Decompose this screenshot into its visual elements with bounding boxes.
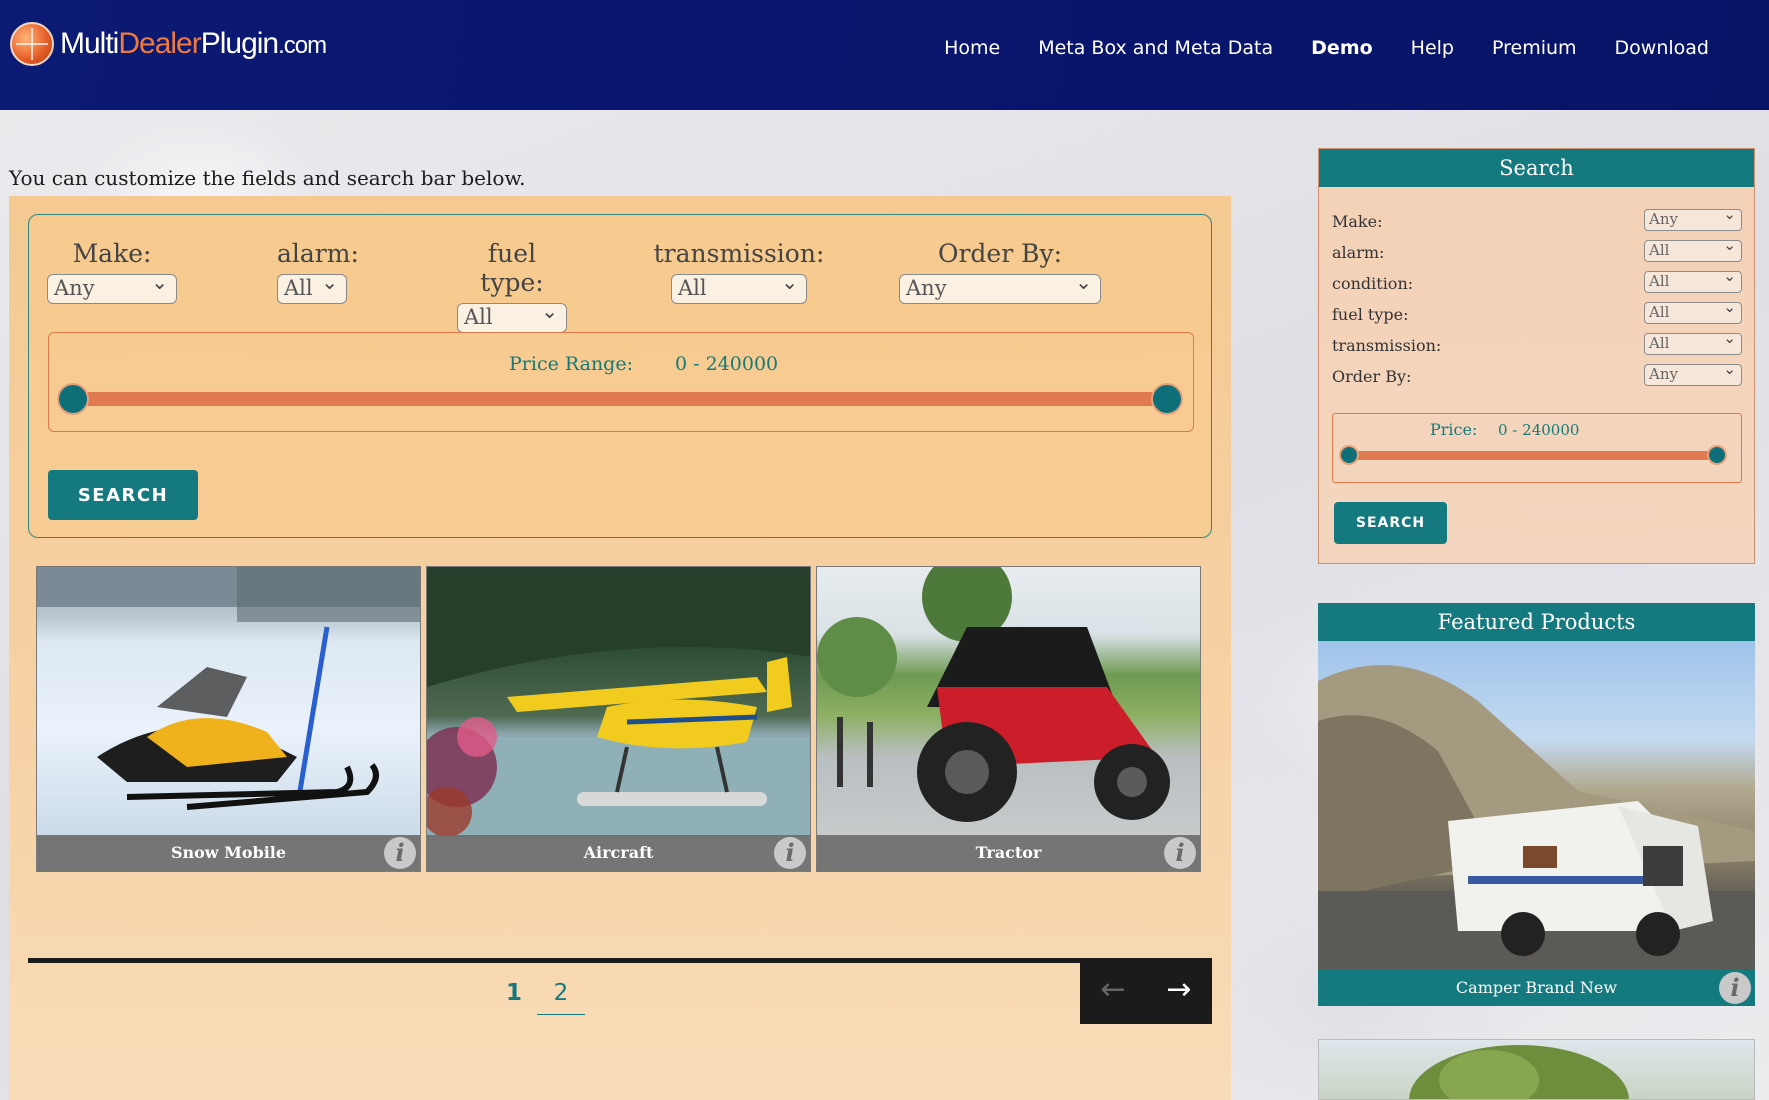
sidebar-field-label: condition: bbox=[1332, 274, 1414, 293]
filter-label: alarm: bbox=[277, 239, 359, 268]
sidebar-field-label: transmission: bbox=[1332, 336, 1442, 355]
transmission-select[interactable]: All bbox=[671, 269, 807, 304]
sidebar-field-label: Make: bbox=[1332, 212, 1383, 231]
site-logo[interactable]: MultiDealerPlugin.com bbox=[10, 22, 327, 66]
sidebar-search-button[interactable]: SEARCH bbox=[1334, 502, 1447, 544]
next-page-arrow-icon[interactable]: → bbox=[1146, 958, 1212, 1024]
pagination-bar bbox=[28, 958, 1212, 963]
price-range-label: Price Range: bbox=[509, 353, 633, 375]
sidebar-fuel-type-select[interactable]: All bbox=[1644, 298, 1742, 324]
main-panel: Make: Any alarm: All fuel type: All tran… bbox=[9, 196, 1231, 1100]
page-2[interactable]: 2 bbox=[537, 980, 585, 1015]
snow-mobile-image bbox=[37, 567, 420, 837]
sidebar-field-label: alarm: bbox=[1332, 243, 1385, 262]
search-button[interactable]: SEARCH bbox=[48, 470, 198, 520]
sidebar-search-title: Search bbox=[1319, 149, 1754, 187]
sidebar-make-select[interactable]: Any bbox=[1644, 205, 1742, 231]
sidebar-price-value: 0 - 240000 bbox=[1498, 421, 1580, 439]
product-name: Tractor bbox=[817, 835, 1200, 871]
filter-alarm: alarm: All bbox=[277, 239, 359, 304]
nav-help[interactable]: Help bbox=[1411, 34, 1454, 62]
featured-product-card-next[interactable] bbox=[1318, 1039, 1755, 1100]
sidebar-price-slider-track[interactable] bbox=[1349, 451, 1721, 460]
alarm-select[interactable]: All bbox=[277, 269, 347, 304]
sidebar-price-label: Price: bbox=[1430, 420, 1478, 439]
search-form: Make: Any alarm: All fuel type: All tran… bbox=[28, 214, 1212, 538]
filter-make: Make: Any bbox=[47, 239, 177, 304]
sidebar-price-box: Price: 0 - 240000 bbox=[1332, 413, 1742, 483]
filter-label: fuel type: bbox=[480, 239, 544, 297]
camper-image bbox=[1318, 641, 1755, 970]
filter-fuel-type: fuel type: All bbox=[457, 239, 567, 333]
product-name: Aircraft bbox=[427, 835, 810, 871]
nav-download[interactable]: Download bbox=[1615, 34, 1709, 62]
product-card-tractor[interactable]: Tractor i bbox=[816, 566, 1201, 872]
info-icon[interactable]: i bbox=[384, 837, 416, 869]
price-slider-min-handle[interactable] bbox=[57, 383, 89, 415]
product-name: Snow Mobile bbox=[37, 835, 420, 871]
logo-wordmark: MultiDealerPlugin.com bbox=[60, 27, 327, 60]
sidebar-condition-select[interactable]: All bbox=[1644, 267, 1742, 293]
product-card-aircraft[interactable]: Aircraft i bbox=[426, 566, 811, 872]
globe-logo-icon bbox=[10, 22, 54, 66]
filter-label: transmission: bbox=[653, 239, 825, 268]
product-card-snow-mobile[interactable]: Snow Mobile i bbox=[36, 566, 421, 872]
filter-label: Order By: bbox=[937, 239, 1063, 268]
order-by-select[interactable]: Any bbox=[899, 269, 1101, 304]
price-slider-max-handle[interactable] bbox=[1151, 383, 1183, 415]
sidebar-price-max-handle[interactable] bbox=[1707, 445, 1727, 465]
featured-products-title: Featured Products bbox=[1318, 603, 1755, 641]
sidebar-search-widget: Search Make: Any alarm: All condition: A… bbox=[1318, 148, 1755, 564]
sidebar-alarm-select[interactable]: All bbox=[1644, 236, 1742, 262]
sidebar-field-label: fuel type: bbox=[1332, 305, 1409, 324]
sidebar-price-min-handle[interactable] bbox=[1339, 445, 1359, 465]
filter-transmission: transmission: All bbox=[654, 239, 824, 304]
sidebar-order-by-select[interactable]: Any bbox=[1644, 360, 1742, 386]
featured-product-name: Camper Brand New bbox=[1318, 970, 1755, 1006]
price-range-box: Price Range: 0 - 240000 bbox=[48, 332, 1194, 432]
filter-label: Make: bbox=[72, 239, 152, 268]
main-nav: Home Meta Box and Meta Data Demo Help Pr… bbox=[944, 34, 1709, 62]
fuel-type-select[interactable]: All bbox=[457, 298, 567, 333]
info-icon[interactable]: i bbox=[1164, 837, 1196, 869]
nav-premium[interactable]: Premium bbox=[1492, 34, 1577, 62]
price-range-value: 0 - 240000 bbox=[675, 353, 779, 375]
make-select[interactable]: Any bbox=[47, 269, 177, 304]
tractor-image bbox=[817, 567, 1200, 837]
aircraft-image bbox=[427, 567, 810, 837]
featured-product-card[interactable]: Camper Brand New i bbox=[1318, 641, 1755, 1006]
page-1[interactable]: 1 bbox=[490, 980, 538, 1006]
intro-text: You can customize the fields and search … bbox=[9, 166, 526, 190]
info-icon[interactable]: i bbox=[1719, 972, 1751, 1004]
sidebar-field-label: Order By: bbox=[1332, 367, 1412, 386]
nav-meta-box[interactable]: Meta Box and Meta Data bbox=[1038, 34, 1273, 62]
nav-demo[interactable]: Demo bbox=[1311, 34, 1373, 62]
site-header: MultiDealerPlugin.com Home Meta Box and … bbox=[0, 0, 1769, 110]
info-icon[interactable]: i bbox=[774, 837, 806, 869]
filter-order-by: Order By: Any bbox=[899, 239, 1101, 304]
price-slider-track[interactable] bbox=[73, 392, 1163, 406]
prev-page-arrow-icon[interactable]: ← bbox=[1080, 958, 1146, 1024]
nav-home[interactable]: Home bbox=[944, 34, 1000, 62]
sidebar-transmission-select[interactable]: All bbox=[1644, 329, 1742, 355]
featured-products-widget: Featured Products Camper Brand New i bbox=[1318, 603, 1755, 1006]
